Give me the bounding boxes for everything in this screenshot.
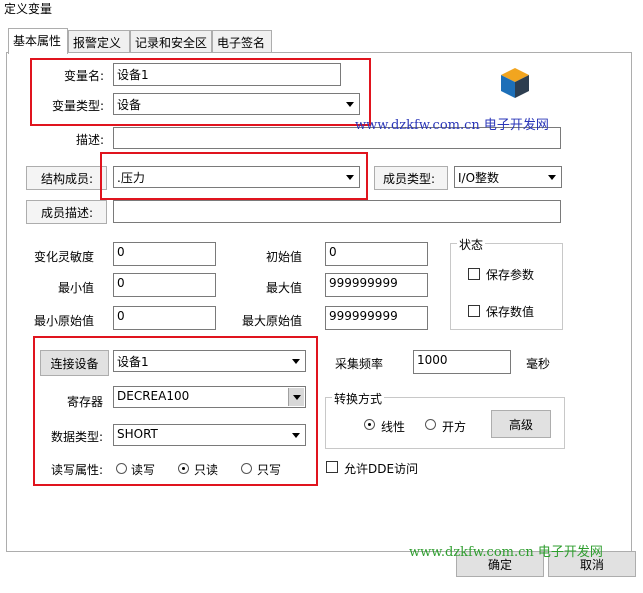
conversion-linear-radio[interactable] — [364, 419, 375, 430]
watermark-top: www.dzkfw.com.cn 电子开发网 — [355, 118, 549, 133]
sensitivity-input[interactable]: 0 — [113, 242, 216, 266]
min-input[interactable]: 0 — [113, 273, 216, 297]
save-value-label: 保存数值 — [486, 305, 535, 319]
rw-readwrite-label: 读写 — [131, 463, 156, 477]
connect-device-button[interactable]: 连接设备 — [40, 350, 109, 376]
tab-esignature[interactable]: 电子签名 — [212, 30, 272, 52]
max-raw-label: 最大原始值 — [241, 314, 302, 328]
member-type-value: I/O整数 — [458, 171, 500, 185]
init-label: 初始值 — [265, 250, 302, 264]
register-label: 寄存器 — [66, 395, 103, 409]
member-select[interactable]: .压力 — [113, 166, 360, 188]
max-input[interactable]: 999999999 — [325, 273, 428, 297]
watermark-bottom: www.dzkfw.com.cn 电子开发网 — [409, 545, 603, 560]
rw-writeonly-radio[interactable] — [241, 463, 252, 474]
init-input[interactable]: 0 — [325, 242, 428, 266]
state-group-title: 状态 — [457, 236, 486, 253]
save-param-label: 保存参数 — [486, 268, 535, 282]
member-value: .压力 — [117, 171, 145, 185]
chevron-down-icon[interactable] — [544, 168, 560, 186]
save-param-checkbox[interactable] — [468, 268, 480, 280]
conversion-linear-label: 线性 — [381, 420, 406, 434]
member-type-label: 成员类型: — [374, 166, 448, 190]
desc-label: 描述: — [75, 133, 104, 147]
sampling-unit: 毫秒 — [526, 357, 551, 371]
cube-icon — [501, 68, 529, 98]
chevron-down-icon[interactable] — [288, 352, 304, 370]
device-select[interactable]: 设备1 — [113, 350, 306, 372]
rw-label: 读写属性: — [50, 463, 103, 477]
var-type-label: 变量类型: — [51, 99, 104, 113]
advanced-button[interactable]: 高级 — [491, 410, 551, 438]
rw-readonly-radio[interactable] — [178, 463, 189, 474]
rw-readwrite-radio[interactable] — [116, 463, 127, 474]
datatype-label: 数据类型: — [50, 430, 103, 444]
var-type-value: 设备 — [117, 98, 142, 112]
rw-readonly-label: 只读 — [194, 463, 219, 477]
member-label: 结构成员: — [26, 166, 107, 190]
dde-label: 允许DDE访问 — [344, 462, 419, 476]
var-type-select[interactable]: 设备 — [113, 93, 360, 115]
rw-writeonly-label: 只写 — [257, 463, 282, 477]
dde-checkbox[interactable] — [326, 461, 338, 473]
var-name-input[interactable]: 设备1 — [113, 63, 341, 86]
max-label: 最大值 — [265, 281, 302, 295]
device-value: 设备1 — [117, 355, 149, 369]
min-raw-label: 最小原始值 — [33, 314, 94, 328]
max-raw-input[interactable]: 999999999 — [325, 306, 428, 330]
min-label: 最小值 — [57, 281, 94, 295]
register-value: DECREA100 — [117, 389, 190, 403]
member-type-select[interactable]: I/O整数 — [454, 166, 562, 188]
min-raw-input[interactable]: 0 — [113, 306, 216, 330]
tab-basic[interactable]: 基本属性 — [8, 28, 68, 54]
conversion-sqrt-radio[interactable] — [425, 419, 436, 430]
conversion-group-title: 转换方式 — [332, 390, 385, 407]
conversion-sqrt-label: 开方 — [442, 420, 467, 434]
sampling-input[interactable]: 1000 — [413, 350, 511, 374]
datatype-select[interactable]: SHORT — [113, 424, 306, 446]
var-name-label: 变量名: — [63, 69, 104, 83]
member-desc-label: 成员描述: — [26, 200, 107, 224]
sensitivity-label: 变化灵敏度 — [33, 250, 94, 264]
chevron-down-icon[interactable] — [342, 168, 358, 186]
datatype-value: SHORT — [117, 427, 158, 441]
chevron-down-icon[interactable] — [288, 426, 304, 444]
save-value-checkbox[interactable] — [468, 305, 480, 317]
chevron-down-icon[interactable] — [342, 95, 358, 113]
sampling-label: 采集频率 — [335, 357, 384, 371]
chevron-down-icon[interactable] — [288, 388, 304, 406]
member-desc-input[interactable] — [113, 200, 561, 223]
window-title: 定义变量 — [4, 2, 53, 16]
register-select[interactable]: DECREA100 — [113, 386, 306, 408]
tab-record-security[interactable]: 记录和安全区 — [130, 30, 212, 52]
tab-alarm[interactable]: 报警定义 — [68, 30, 130, 52]
